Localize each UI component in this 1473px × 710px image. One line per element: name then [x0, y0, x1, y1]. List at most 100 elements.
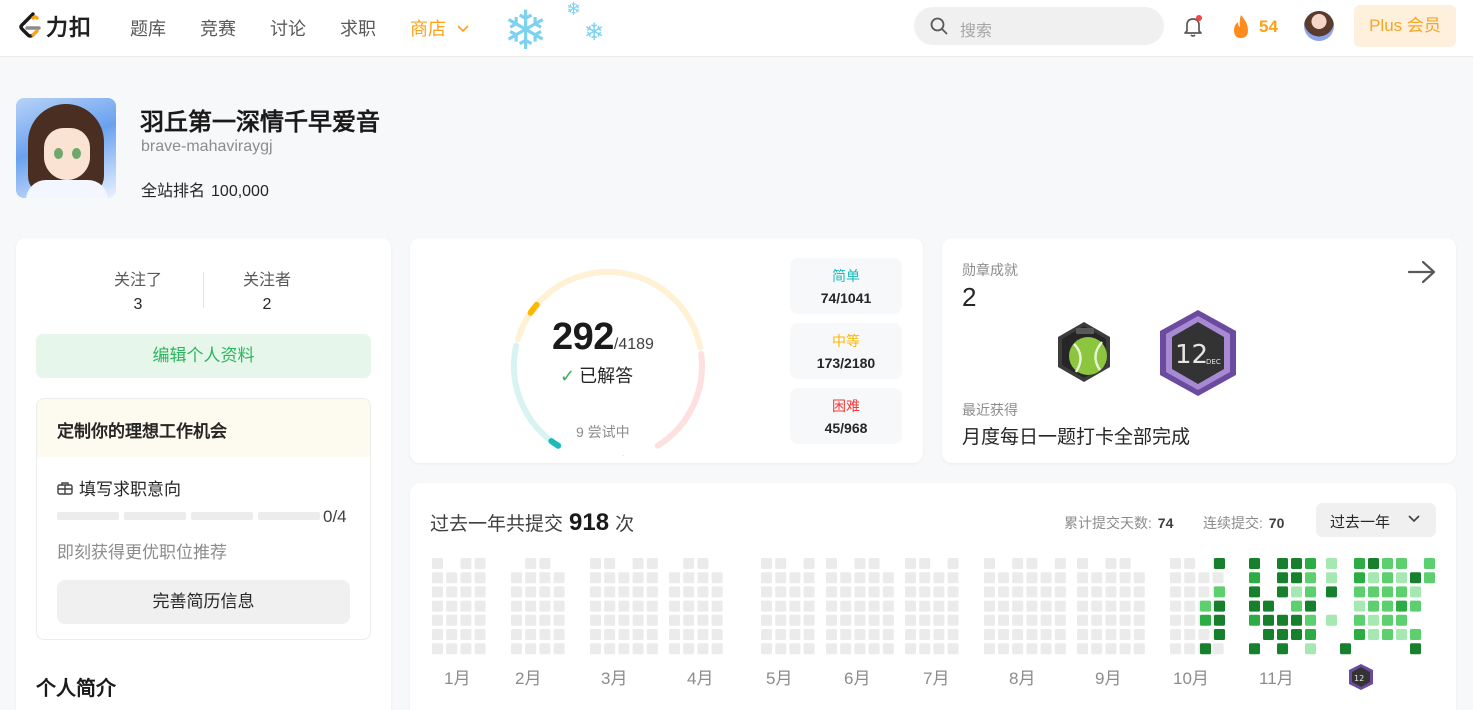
arrow-right-icon[interactable]: [1407, 260, 1437, 284]
heatmap-cell-active[interactable]: [1305, 629, 1316, 640]
dec-12-badge-icon[interactable]: 12 DEC: [1157, 308, 1239, 398]
heatmap-cell-active[interactable]: [1200, 643, 1211, 655]
heatmap-cell-active[interactable]: [1214, 586, 1225, 598]
heatmap-cell-active[interactable]: [1277, 643, 1288, 655]
heatmap-cell-active[interactable]: [1263, 614, 1274, 626]
heatmap-cell-active[interactable]: [1326, 614, 1337, 626]
heatmap-cell-active[interactable]: [1277, 586, 1288, 598]
heatmap-cell-active[interactable]: [1354, 629, 1365, 640]
search-input[interactable]: 搜索: [914, 7, 1164, 45]
heatmap-cell-active[interactable]: [1277, 629, 1288, 640]
heatmap-cell-active[interactable]: [1396, 614, 1407, 626]
job-intent-link[interactable]: 填写求职意向: [57, 475, 181, 500]
heatmap-cell-active[interactable]: [1214, 600, 1225, 612]
streak-count[interactable]: 54: [1259, 17, 1278, 37]
heatmap-cell-active[interactable]: [1410, 600, 1421, 612]
nav-contest[interactable]: 竞赛: [200, 15, 236, 41]
logo[interactable]: 力扣: [16, 10, 92, 42]
flame-icon[interactable]: [1230, 14, 1252, 40]
heatmap-cell-active[interactable]: [1277, 572, 1288, 584]
heatmap-cell: [525, 558, 537, 569]
heatmap-cell-active[interactable]: [1305, 586, 1316, 598]
heatmap-cell-active[interactable]: [1200, 600, 1211, 612]
heatmap-cell-active[interactable]: [1291, 586, 1302, 598]
tennis-badge-icon[interactable]: [1052, 320, 1116, 384]
heatmap-cell-active[interactable]: [1305, 558, 1316, 569]
heatmap-cell-active[interactable]: [1249, 600, 1260, 612]
heatmap-cell-active[interactable]: [1291, 558, 1302, 569]
heatmap-cell-active[interactable]: [1263, 600, 1274, 612]
followers-stat[interactable]: 关注者 2: [222, 266, 312, 314]
heatmap-cell-active[interactable]: [1291, 629, 1302, 640]
heatmap-cell-active[interactable]: [1305, 643, 1316, 655]
heatmap-cell-active[interactable]: [1249, 586, 1260, 598]
heatmap-cell-active[interactable]: [1305, 572, 1316, 584]
heatmap-cell-active[interactable]: [1277, 614, 1288, 626]
heatmap-cell-active[interactable]: [1326, 586, 1337, 598]
heatmap-cell-active[interactable]: [1326, 558, 1337, 569]
nav-store[interactable]: 商店: [410, 15, 469, 41]
user-avatar[interactable]: [1304, 11, 1334, 41]
heatmap-cell-active[interactable]: [1368, 629, 1379, 640]
heatmap-cell-active[interactable]: [1396, 586, 1407, 598]
heatmap-cell-active[interactable]: [1354, 600, 1365, 612]
heatmap-cell-active[interactable]: [1277, 558, 1288, 569]
heatmap-cell-active[interactable]: [1249, 643, 1260, 655]
heatmap-cell-active[interactable]: [1305, 600, 1316, 612]
heatmap-cell-active[interactable]: [1368, 614, 1379, 626]
heatmap-cell-active[interactable]: [1249, 558, 1260, 569]
dec-12-badge-icon[interactable]: 12: [1348, 663, 1374, 691]
heatmap-cell-active[interactable]: [1424, 572, 1435, 584]
heatmap-cell-active[interactable]: [1354, 558, 1365, 569]
heatmap-cell-active[interactable]: [1326, 572, 1337, 584]
heatmap-cell-active[interactable]: [1396, 572, 1407, 584]
nav-discuss[interactable]: 讨论: [270, 15, 306, 41]
heatmap-cell-active[interactable]: [1214, 629, 1225, 640]
heatmap-cell-active[interactable]: [1410, 572, 1421, 584]
heatmap-cell-active[interactable]: [1249, 572, 1260, 584]
heatmap-cell-active[interactable]: [1368, 586, 1379, 598]
heatmap-cell-active[interactable]: [1214, 614, 1225, 626]
notification-button[interactable]: [1183, 15, 1203, 43]
heatmap-cell-active[interactable]: [1382, 614, 1393, 626]
heatmap-cell-active[interactable]: [1382, 600, 1393, 612]
heatmap-cell-active[interactable]: [1291, 572, 1302, 584]
heatmap-cell-active[interactable]: [1396, 629, 1407, 640]
heatmap-cell: [1026, 572, 1038, 584]
nav-jobs[interactable]: 求职: [340, 15, 376, 41]
heatmap-cell-active[interactable]: [1354, 572, 1365, 584]
heatmap-cell-active[interactable]: [1424, 558, 1435, 569]
heatmap-cell-active[interactable]: [1305, 614, 1316, 626]
heatmap-cell-active[interactable]: [1340, 643, 1351, 655]
heatmap-cell-active[interactable]: [1368, 572, 1379, 584]
heatmap-cell-active[interactable]: [1354, 586, 1365, 598]
heatmap-cell-active[interactable]: [1354, 614, 1365, 626]
heatmap-cell-active[interactable]: [1368, 600, 1379, 612]
heatmap-cell-active[interactable]: [1382, 558, 1393, 569]
heatmap-cell-active[interactable]: [1291, 600, 1302, 612]
heatmap-cell-active[interactable]: [1368, 558, 1379, 569]
heatmap-cell-active[interactable]: [1410, 586, 1421, 598]
heatmap-cell-active[interactable]: [1291, 614, 1302, 626]
nav-problems[interactable]: 题库: [130, 15, 166, 41]
heatmap-cell-active[interactable]: [1410, 629, 1421, 640]
heatmap-cell-active[interactable]: [1396, 558, 1407, 569]
heatmap-cell: [882, 600, 894, 612]
heatmap-cell-active[interactable]: [1214, 558, 1225, 569]
heatmap-cell-active[interactable]: [1249, 614, 1260, 626]
hard-stat[interactable]: 困难 45/968: [790, 388, 902, 444]
following-stat[interactable]: 关注了 3: [93, 266, 183, 314]
heatmap-cell-active[interactable]: [1410, 643, 1421, 655]
heatmap-cell-active[interactable]: [1263, 629, 1274, 640]
complete-resume-button[interactable]: 完善简历信息: [57, 580, 350, 624]
heatmap-cell-active[interactable]: [1382, 572, 1393, 584]
heatmap-cell-active[interactable]: [1396, 600, 1407, 612]
heatmap-cell-active[interactable]: [1382, 629, 1393, 640]
plus-member-button[interactable]: Plus 会员: [1354, 5, 1456, 47]
month-label: 6月: [844, 669, 871, 688]
edit-profile-button[interactable]: 编辑个人资料: [36, 334, 371, 378]
heatmap-cell-active[interactable]: [1200, 614, 1211, 626]
easy-stat[interactable]: 简单 74/1041: [790, 258, 902, 314]
heatmap-cell-active[interactable]: [1382, 586, 1393, 598]
medium-stat[interactable]: 中等 173/2180: [790, 323, 902, 379]
